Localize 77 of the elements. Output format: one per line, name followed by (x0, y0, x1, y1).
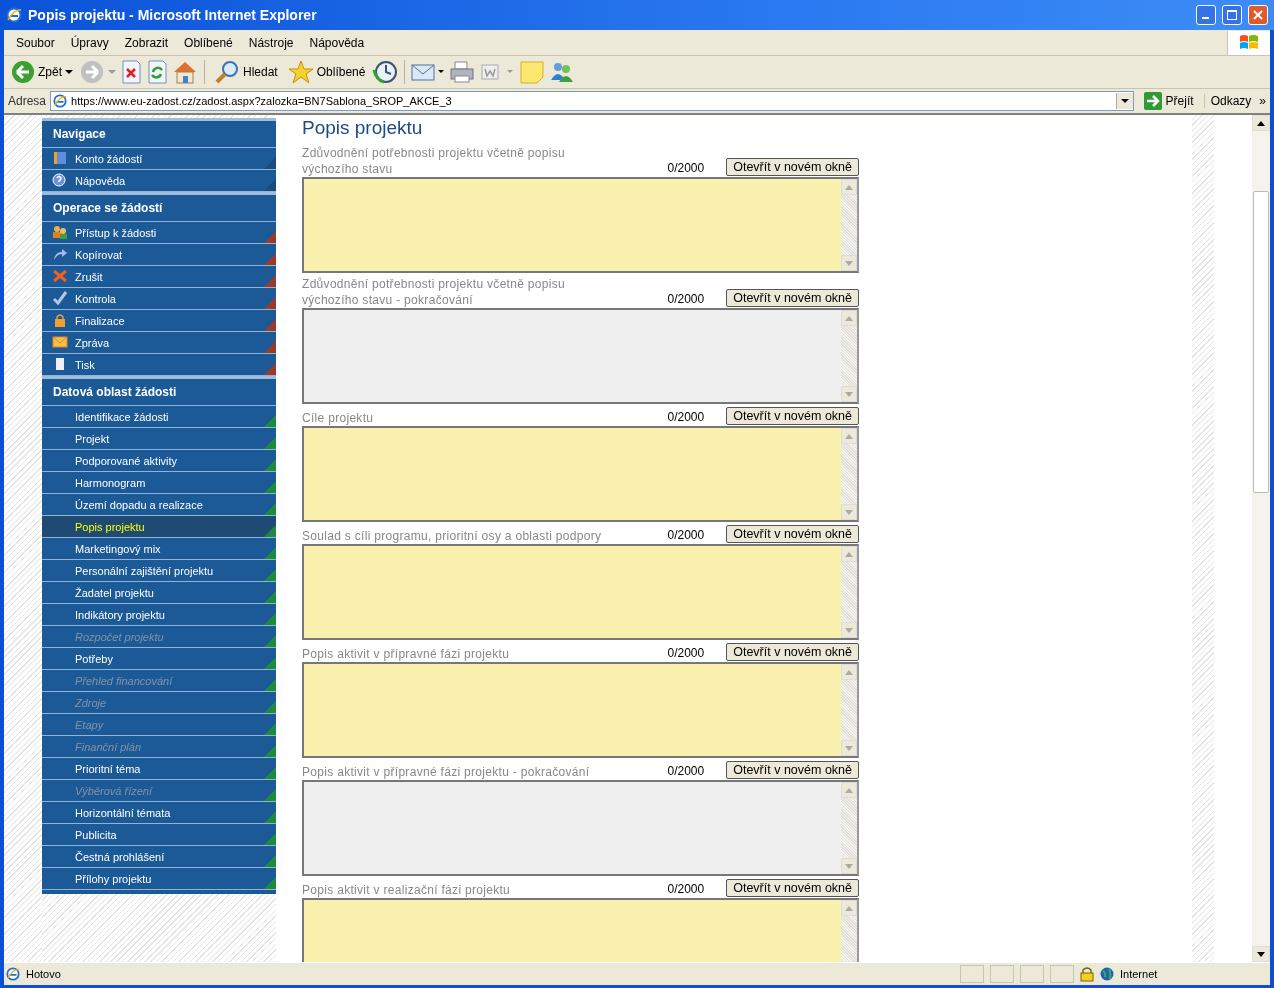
nav-item[interactable]: Kontrola (42, 288, 276, 310)
help-icon (52, 173, 68, 187)
char-counter: 0/2000 (667, 161, 705, 175)
scrollbar[interactable] (1252, 115, 1270, 962)
people-icon[interactable] (549, 60, 576, 84)
stop-icon[interactable] (120, 60, 142, 84)
forward-button[interactable] (80, 60, 116, 84)
users-icon (52, 225, 68, 239)
arrow-icon (52, 247, 68, 261)
maximize-icon (1227, 10, 1237, 20)
menu-item[interactable]: Oblíbené (176, 35, 241, 50)
scroll-down-icon[interactable] (1257, 951, 1265, 957)
char-counter: 0/2000 (667, 764, 705, 778)
windows-logo-icon (1239, 33, 1259, 52)
arrow-icon (1143, 92, 1162, 110)
nav-item[interactable]: Zrušit (42, 266, 276, 288)
browser-icon (53, 94, 68, 108)
close-button[interactable] (1248, 5, 1268, 25)
back-button[interactable]: Zpět (8, 58, 76, 86)
notebook-icon (52, 151, 68, 165)
dropdown-icon[interactable] (1120, 98, 1129, 104)
open-window-button[interactable]: Otevřít v novém okně (726, 407, 859, 425)
favorites-button[interactable]: Oblíbené (284, 58, 369, 86)
search-icon (214, 60, 240, 84)
browser-icon (6, 7, 22, 23)
field-label: Soulad s cíli programu, prioritní osy a oblasti podpory (302, 528, 603, 544)
refresh-icon[interactable] (146, 60, 168, 84)
printer-icon[interactable] (449, 60, 476, 84)
field-label: Popis aktivit v přípravné fázi projektu - pokračování (302, 764, 591, 780)
nav-item[interactable]: Popis projektu (42, 516, 276, 538)
open-window-button[interactable]: Otevřít v novém okně (726, 158, 859, 176)
menu-item[interactable]: Nástroje (240, 35, 302, 50)
maximize-button[interactable] (1222, 5, 1242, 25)
zone-text: Internet (1120, 968, 1159, 980)
open-window-button[interactable]: Otevřít v novém okně (726, 525, 859, 543)
menu-item[interactable]: Zobrazit (116, 35, 177, 50)
home-icon[interactable] (172, 60, 198, 84)
padlock-icon (52, 313, 68, 327)
open-window-button[interactable]: Otevřít v novém okně (726, 879, 859, 897)
char-counter: 0/2000 (667, 410, 705, 424)
close-icon (1253, 10, 1263, 20)
char-counter: 0/2000 (667, 292, 705, 306)
status-panel (990, 965, 1014, 983)
window-title: Popis projektu - Microsoft Internet Explorer (28, 7, 318, 23)
links-button[interactable]: Odkazy » (1203, 94, 1270, 108)
char-counter: 0/2000 (667, 528, 705, 542)
minimize-button[interactable] (1196, 5, 1216, 25)
status-text: Hotovo (26, 968, 62, 980)
char-counter: 0/2000 (667, 646, 705, 660)
char-counter: 0/2000 (667, 882, 705, 896)
menu-item[interactable]: Úpravy (62, 35, 117, 50)
envelope-icon (52, 335, 68, 349)
search-button[interactable]: Hledat (211, 58, 281, 86)
open-window-button[interactable]: Otevřít v novém okně (726, 643, 859, 661)
page-title: Popis projektu (302, 117, 424, 139)
status-panel (960, 965, 984, 983)
status-panel (1050, 965, 1074, 983)
caret-icon (65, 69, 73, 75)
field-label: Cíle projektu (302, 410, 375, 426)
menu-item[interactable]: Soubor (8, 35, 63, 50)
padlock-icon (1080, 966, 1094, 982)
history-icon[interactable] (372, 60, 399, 84)
status-panel (1020, 965, 1044, 983)
field-label: Zdůvodnění potřebnosti projektu včetně popisu výchozího stavu - pokračování (302, 276, 566, 308)
menu-item[interactable]: Nápověda (301, 35, 373, 50)
globe-icon (1100, 967, 1114, 981)
cross-icon (52, 269, 68, 283)
field-label: Popis aktivit v realizační fázi projektu (302, 882, 512, 898)
scroll-up-icon[interactable] (1257, 120, 1265, 126)
check-icon (52, 291, 68, 305)
star-icon (287, 60, 314, 84)
field-label: Zdůvodnění potřebnosti projektu včetně popisu výchozího stavu (302, 145, 566, 177)
address-field[interactable]: https://www.eu-zadost.cz/zadost.aspx?zalozka=BN7Sablona_SROP_AKCE_3 (50, 91, 1134, 111)
go-button[interactable]: Přejít (1137, 92, 1200, 110)
address-label: Adresa (8, 94, 47, 108)
field-label: Popis aktivit v přípravné fázi projektu (302, 646, 511, 662)
nav-item[interactable]: Nápověda (42, 170, 276, 192)
